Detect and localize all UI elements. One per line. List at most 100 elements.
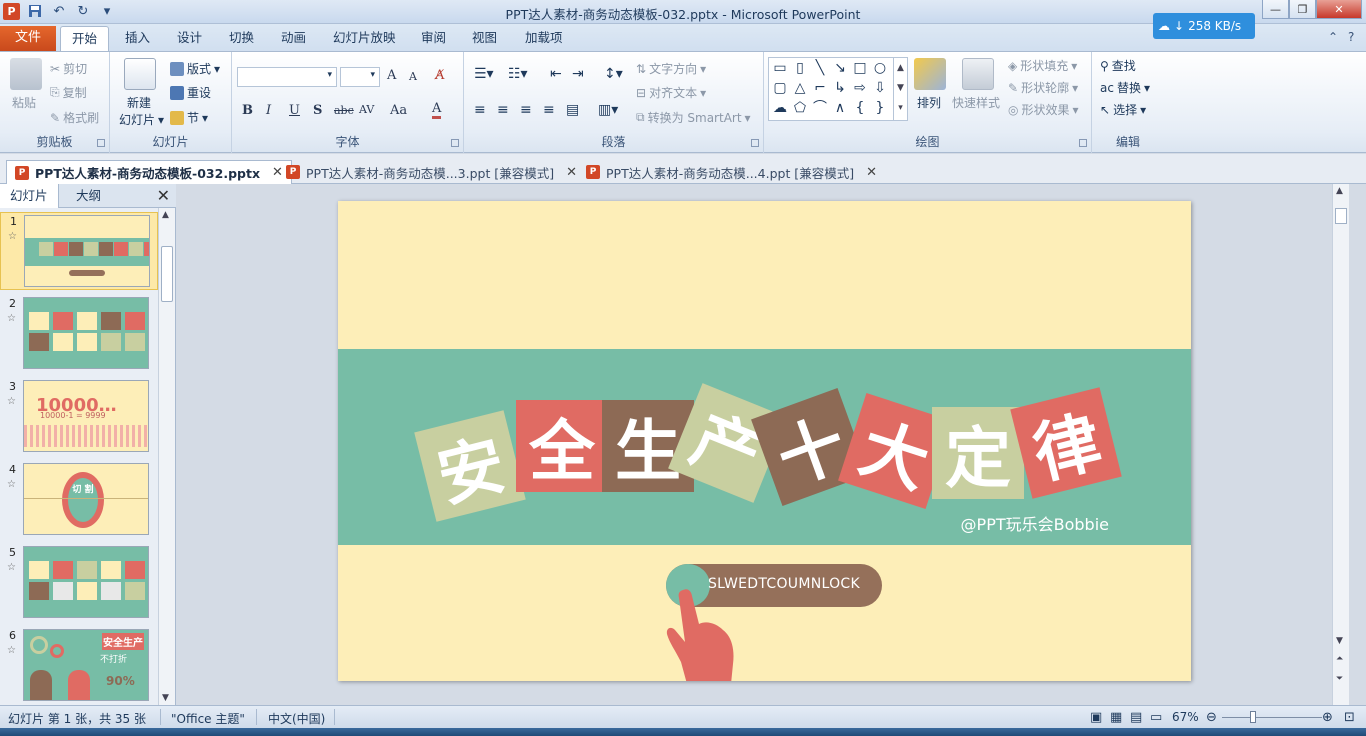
arrange-icon[interactable] bbox=[914, 58, 946, 90]
tab-review[interactable]: 审阅 bbox=[410, 26, 457, 51]
shrink-font-button[interactable]: A bbox=[409, 70, 417, 83]
triangle-icon[interactable]: △ bbox=[791, 79, 809, 97]
zoom-slider-knob[interactable] bbox=[1250, 711, 1256, 723]
tab-outline[interactable]: 大纲 bbox=[66, 184, 111, 208]
slide-thumbnail-row[interactable]: 6 ☆ 安全生产 不打折 90% bbox=[0, 627, 158, 705]
right-brace-icon[interactable]: } bbox=[871, 99, 889, 117]
new-slide-label[interactable]: 新建 bbox=[127, 94, 151, 111]
close-button[interactable]: ✕ bbox=[1316, 0, 1362, 19]
slide-thumbnail-row[interactable]: 4 ☆ 切 割 bbox=[0, 461, 158, 539]
arrow-line-icon[interactable]: ↘ bbox=[831, 59, 849, 77]
tab-slides[interactable]: 幻灯片 bbox=[0, 184, 59, 208]
close-tab-icon[interactable]: ✕ bbox=[866, 165, 877, 180]
pentagon-icon[interactable]: ⬠ bbox=[791, 99, 809, 117]
help-icon[interactable]: ? bbox=[1348, 30, 1354, 44]
tab-insert[interactable]: 插入 bbox=[114, 26, 161, 51]
slide-thumbnail-row[interactable]: 5 ☆ bbox=[0, 544, 158, 622]
format-painter-button[interactable]: ✎ 格式刷 bbox=[50, 109, 99, 126]
clear-format-icon[interactable]: A̸ bbox=[435, 68, 444, 83]
italic-button[interactable]: I bbox=[266, 103, 271, 118]
vertical-textbox-icon[interactable]: ▯ bbox=[791, 59, 809, 77]
char-spacing-button[interactable]: AV bbox=[359, 103, 374, 116]
elbow-arrow-icon[interactable]: ↳ bbox=[831, 79, 849, 97]
slideshow-view-icon[interactable]: ▭ bbox=[1150, 710, 1162, 725]
minimize-button[interactable]: — bbox=[1262, 0, 1289, 19]
shape-outline-button[interactable]: ✎ 形状轮廓 ▾ bbox=[1008, 79, 1078, 96]
paste-icon[interactable] bbox=[10, 58, 42, 90]
doc-tab[interactable]: P PPT达人素材-商务动态模...4.ppt [兼容模式] ✕ bbox=[578, 160, 885, 184]
scrollbar-thumb[interactable] bbox=[161, 246, 173, 302]
align-left-icon[interactable]: ≡ bbox=[474, 102, 486, 118]
distributed-icon[interactable]: ▤ bbox=[566, 102, 579, 118]
text-direction-button[interactable]: ⇅ 文字方向 ▾ bbox=[636, 60, 706, 77]
paste-button[interactable]: 粘贴 bbox=[12, 94, 36, 111]
previous-slide-icon[interactable]: ⏶ bbox=[1336, 654, 1343, 664]
font-color-button[interactable]: A bbox=[432, 101, 442, 119]
callout-icon[interactable]: ☁ bbox=[771, 99, 789, 117]
justify-icon[interactable]: ≡ bbox=[543, 102, 555, 118]
increase-indent-icon[interactable]: ⇥ bbox=[572, 66, 584, 82]
minimize-ribbon-icon[interactable]: ⌃ bbox=[1328, 30, 1338, 44]
replace-button[interactable]: ac 替换 ▾ bbox=[1100, 79, 1150, 96]
rounded-rect-icon[interactable]: ▢ bbox=[771, 79, 789, 97]
gallery-scroll[interactable]: ▲ ▼ ▾ bbox=[893, 58, 907, 120]
zoom-in-icon[interactable]: ⊕ bbox=[1322, 710, 1333, 725]
reset-button[interactable]: 重设 bbox=[170, 84, 211, 101]
network-speed-widget[interactable]: ☁ ↓ 258 KB/s bbox=[1153, 13, 1255, 39]
tab-transitions[interactable]: 切换 bbox=[218, 26, 265, 51]
tab-addins[interactable]: 加载项 bbox=[514, 26, 574, 51]
slide-thumbnail-row[interactable]: 1 ☆ bbox=[0, 212, 158, 290]
tab-home[interactable]: 开始 bbox=[60, 26, 110, 51]
close-pane-icon[interactable]: ✕ bbox=[157, 186, 170, 205]
slides-pane-scrollbar[interactable]: ▲ ▼ bbox=[158, 208, 175, 705]
font-family-select[interactable]: ▾ bbox=[237, 67, 337, 87]
right-arrow-icon[interactable]: ⇨ bbox=[851, 79, 869, 97]
line-spacing-icon[interactable]: ↕▾ bbox=[604, 66, 623, 82]
find-button[interactable]: ⚲ 查找 bbox=[1100, 57, 1136, 74]
quick-styles-button[interactable]: 快速样式 bbox=[952, 94, 1000, 111]
new-slide-dropdown[interactable]: 幻灯片 ▾ bbox=[119, 111, 164, 128]
fit-to-window-icon[interactable]: ⊡ bbox=[1344, 710, 1355, 725]
strikethrough-button[interactable]: abc bbox=[334, 104, 354, 117]
select-button[interactable]: ↖ 选择 ▾ bbox=[1100, 101, 1146, 118]
zoom-slider-track[interactable] bbox=[1222, 717, 1322, 718]
bullets-icon[interactable]: ☰▾ bbox=[474, 66, 494, 82]
tab-design[interactable]: 设计 bbox=[166, 26, 213, 51]
align-center-icon[interactable]: ≡ bbox=[497, 102, 509, 118]
reading-view-icon[interactable]: ▤ bbox=[1130, 710, 1142, 725]
editing-area-scrollbar[interactable]: ▲ ▼ ⏶ ⏷ bbox=[1332, 184, 1349, 705]
new-slide-icon[interactable] bbox=[124, 58, 156, 90]
slide-thumbnail[interactable] bbox=[23, 546, 149, 618]
shape-effects-button[interactable]: ◎ 形状效果 ▾ bbox=[1008, 101, 1079, 118]
current-slide[interactable]: 安 全 生 产 十 大 定 律 @PPT玩乐会Bobbie SLWEDTCOUM… bbox=[338, 201, 1191, 681]
font-size-select[interactable]: ▾ bbox=[340, 67, 380, 87]
slide-thumbnail-row[interactable]: 3 ☆ 10000… 10000-1 = 9999 bbox=[0, 378, 158, 456]
smartart-button[interactable]: ⧉ 转换为 SmartArt ▾ bbox=[636, 109, 751, 126]
grow-font-button[interactable]: A bbox=[387, 68, 396, 83]
maximize-button[interactable]: ❐ bbox=[1289, 0, 1316, 19]
cut-button[interactable]: ✂ 剪切 bbox=[50, 60, 87, 77]
slide-thumbnail[interactable]: 切 割 bbox=[23, 463, 149, 535]
doc-tab[interactable]: P PPT达人素材-商务动态模...3.ppt [兼容模式] ✕ bbox=[278, 160, 585, 184]
underline-button[interactable]: U bbox=[289, 103, 300, 118]
normal-view-icon[interactable]: ▣ bbox=[1090, 710, 1102, 725]
align-text-button[interactable]: ⊟ 对齐文本 ▾ bbox=[636, 84, 706, 101]
freeform-icon[interactable]: ∧ bbox=[831, 99, 849, 117]
oval-icon[interactable]: ○ bbox=[871, 59, 889, 77]
elbow-icon[interactable]: ⌐ bbox=[811, 79, 829, 97]
slide-thumbnail[interactable] bbox=[24, 215, 150, 287]
decrease-indent-icon[interactable]: ⇤ bbox=[550, 66, 562, 82]
doc-tab-active[interactable]: P PPT达人素材-商务动态模板-032.pptx ✕ bbox=[6, 160, 292, 184]
textbox-icon[interactable]: ▭ bbox=[771, 59, 789, 77]
tab-view[interactable]: 视图 bbox=[461, 26, 508, 51]
columns-icon[interactable]: ▥▾ bbox=[598, 102, 618, 118]
zoom-out-icon[interactable]: ⊖ bbox=[1206, 710, 1217, 725]
slide-sorter-icon[interactable]: ▦ bbox=[1110, 710, 1122, 725]
layout-button[interactable]: 版式 ▾ bbox=[170, 60, 220, 77]
slide-thumbnail[interactable]: 安全生产 不打折 90% bbox=[23, 629, 149, 701]
curve-icon[interactable]: ⌒ bbox=[811, 99, 829, 117]
language[interactable]: 中文(中国) bbox=[268, 710, 325, 727]
shapes-gallery[interactable]: ▭ ▯ ╲ ↘ □ ○ ▢ △ ⌐ ↳ ⇨ ⇩ ☁ ⬠ ⌒ ∧ { } ▲ ▼ ▾ bbox=[768, 57, 908, 121]
tab-slideshow[interactable]: 幻灯片放映 bbox=[322, 26, 407, 51]
font-launcher-icon[interactable] bbox=[451, 139, 459, 147]
